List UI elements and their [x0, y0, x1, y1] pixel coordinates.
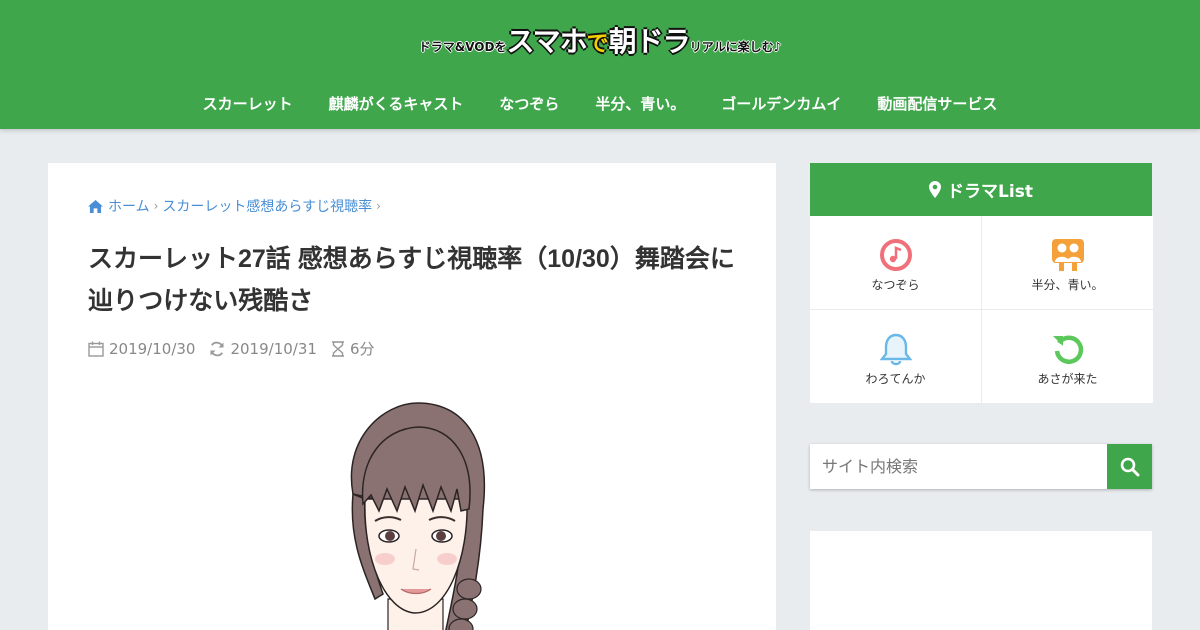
- calendar-icon: [88, 341, 104, 357]
- logo-text-4: 朝ドラ: [608, 25, 691, 58]
- nav-item-golden-kamuy[interactable]: ゴールデンカムイ: [721, 93, 841, 114]
- read-time-text: 6分: [349, 340, 375, 358]
- drama-item-asagakita[interactable]: あさが来た: [982, 310, 1153, 403]
- article-title: スカーレット27話 感想あらすじ視聴率（10/30）舞踏会に辿りつけない残酷さ: [88, 245, 735, 315]
- home-icon: [88, 199, 103, 213]
- published-date: 2019/10/30: [88, 340, 195, 358]
- chevron-right-icon: ›: [376, 199, 381, 213]
- drama-item-label: 半分、青い。: [1031, 278, 1104, 292]
- site-header: ドラマ&VODをスマホで朝ドラリアルに楽しむ♪ スカーレット 麒麟がくるキャスト…: [0, 0, 1200, 129]
- nav-item-natsuzora[interactable]: なつぞら: [499, 93, 559, 114]
- article-card: ホーム › スカーレット感想あらすじ視聴率 › スカーレット27話 感想あらすじ…: [48, 163, 776, 630]
- sidebar-heading-text: ドラマList: [947, 182, 1033, 202]
- logo-text-5: リアルに楽しむ♪: [689, 40, 782, 54]
- global-nav: スカーレット 麒麟がくるキャスト なつぞら 半分、青い。 ゴールデンカムイ 動画…: [0, 93, 1200, 114]
- chevron-right-icon: ›: [153, 199, 159, 213]
- search-button[interactable]: [1107, 444, 1152, 489]
- people-icon: [1051, 239, 1084, 271]
- sidebar-heading: ドラマList: [810, 163, 1152, 216]
- map-pin-icon: [929, 181, 942, 198]
- music-note-icon: [879, 239, 912, 271]
- heroine-illustration: [350, 402, 485, 630]
- refresh-icon: [210, 341, 224, 356]
- drama-list-grid: なつぞら 半分、青い。 わろてんか あさが来た: [810, 216, 1153, 403]
- published-date-text: 2019/10/30: [109, 339, 196, 358]
- nav-item-vod[interactable]: 動画配信サービス: [877, 93, 997, 114]
- breadcrumb-home-link[interactable]: ホーム: [108, 196, 150, 216]
- updated-date-text: 2019/10/31: [230, 339, 317, 358]
- drama-item-label: なつぞら: [871, 278, 920, 292]
- article-meta: 2019/10/30 2019/10/31 6分: [88, 338, 388, 359]
- sidebar-widget: [810, 531, 1152, 630]
- drama-item-hanbun-aoi[interactable]: 半分、青い。: [982, 216, 1153, 309]
- site-search: [810, 444, 1152, 489]
- drama-item-natsuzora[interactable]: なつぞら: [810, 216, 981, 309]
- breadcrumb-category-link[interactable]: スカーレット感想あらすじ視聴率: [162, 196, 372, 216]
- search-input[interactable]: [810, 444, 1107, 489]
- logo-text-1: ドラマ&VODを: [418, 40, 507, 54]
- read-time: 6分: [331, 338, 375, 359]
- nav-item-scarlet[interactable]: スカーレット: [203, 93, 293, 114]
- site-logo[interactable]: ドラマ&VODをスマホで朝ドラリアルに楽しむ♪: [0, 20, 1200, 60]
- updated-date: 2019/10/31: [209, 339, 317, 358]
- hourglass-icon: [331, 340, 344, 357]
- search-icon: [1120, 457, 1139, 476]
- logo-text-3: で: [586, 32, 609, 57]
- drama-item-label: あさが来た: [1037, 372, 1098, 386]
- logo-text-2: スマホ: [506, 25, 587, 58]
- breadcrumb: ホーム › スカーレット感想あらすじ視聴率 ›: [88, 196, 385, 216]
- nav-item-kirin[interactable]: 麒麟がくるキャスト: [329, 93, 464, 114]
- drama-item-label: わろてんか: [865, 372, 926, 386]
- refresh-icon: [1052, 335, 1083, 364]
- nav-item-hanbun-aoi[interactable]: 半分、青い。: [595, 93, 685, 114]
- drama-item-warotenka[interactable]: わろてんか: [810, 310, 981, 403]
- bell-icon: [879, 333, 912, 366]
